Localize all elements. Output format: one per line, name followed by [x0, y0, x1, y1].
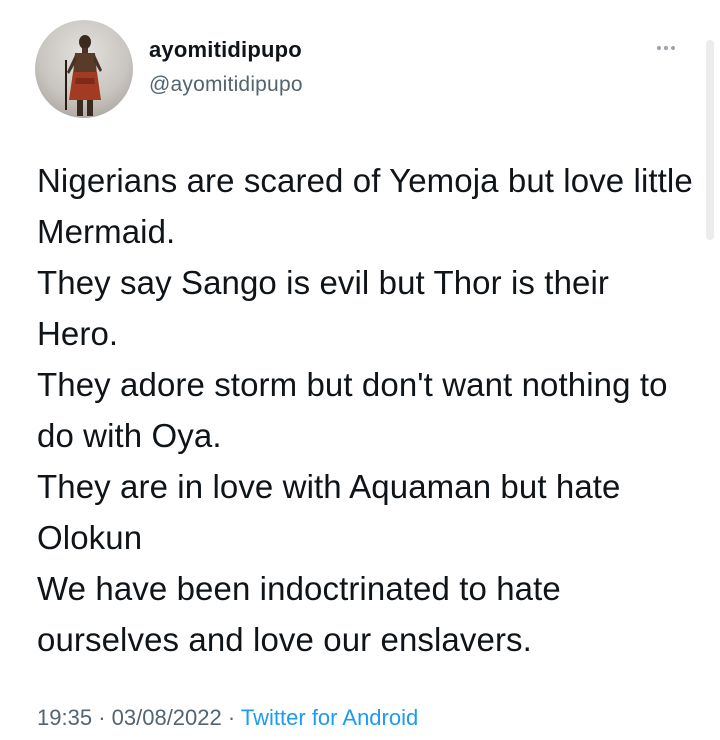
dot-icon [657, 46, 661, 50]
dot-icon [671, 46, 675, 50]
tweet-text: Nigerians are scared of Yemoja but love … [37, 162, 693, 658]
author-handle[interactable]: @ayomitidipupo [149, 73, 303, 97]
tweet-metadata: 19:35 · 03/08/2022 · Twitter for Android [37, 705, 418, 731]
tweet-source-link[interactable]: Twitter for Android [241, 705, 418, 730]
meta-separator: · [228, 705, 241, 730]
meta-separator: · [98, 705, 111, 730]
avatar-figure-image [65, 35, 102, 116]
author-display-name[interactable]: ayomitidipupo [149, 37, 302, 63]
more-options-icon[interactable] [648, 38, 684, 58]
tweet-card: ayomitidipupo @ayomitidipupo Nigerians a… [0, 0, 720, 740]
tweet-date[interactable]: 03/08/2022 [112, 705, 222, 730]
tweet-time[interactable]: 19:35 [37, 705, 92, 730]
scrollbar[interactable] [706, 40, 714, 240]
dot-icon [664, 46, 668, 50]
separator-dot: · [227, 705, 236, 730]
separator-dot: · [98, 705, 106, 730]
avatar[interactable] [35, 20, 133, 118]
